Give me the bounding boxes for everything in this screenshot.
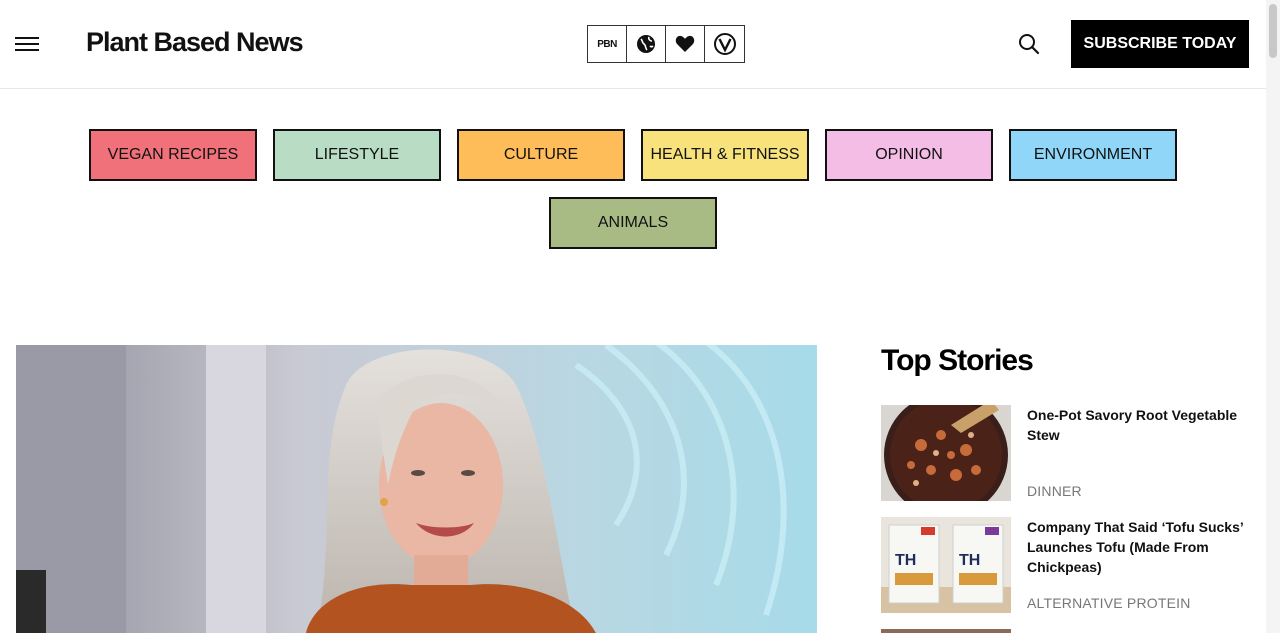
story-title[interactable]: One-Pot Savory Root Vegetable Stew bbox=[1027, 405, 1249, 445]
subscribe-button[interactable]: SUBSCRIBE TODAY bbox=[1071, 20, 1249, 68]
story-category[interactable]: ALTERNATIVE PROTEIN bbox=[1027, 595, 1191, 611]
story-thumbnail[interactable]: TH TH bbox=[881, 517, 1011, 613]
category-vegan-recipes[interactable]: VEGAN RECIPES bbox=[89, 129, 257, 181]
scroll-thumb[interactable] bbox=[1269, 4, 1277, 58]
story-item[interactable]: TH TH Company That Said ‘Tofu Sucks’ Lau… bbox=[881, 517, 1251, 613]
vegan-v-icon[interactable] bbox=[705, 26, 744, 62]
pbn-logo-icon[interactable]: PBN bbox=[588, 26, 627, 62]
site-logo[interactable]: Plant Based News bbox=[86, 27, 304, 58]
category-opinion[interactable]: OPINION bbox=[825, 129, 993, 181]
menu-icon[interactable] bbox=[15, 35, 39, 53]
heart-icon[interactable] bbox=[666, 26, 705, 62]
featured-article-image[interactable] bbox=[16, 345, 817, 633]
globe-icon[interactable] bbox=[627, 26, 666, 62]
story-item[interactable]: One-Pot Savory Root Vegetable Stew DINNE… bbox=[881, 405, 1251, 501]
category-culture[interactable]: CULTURE bbox=[457, 129, 625, 181]
svg-text:TH: TH bbox=[959, 552, 980, 569]
brand-badges: PBN bbox=[587, 25, 745, 63]
category-lifestyle[interactable]: LIFESTYLE bbox=[273, 129, 441, 181]
top-stories-title: Top Stories bbox=[881, 344, 1034, 377]
category-health-fitness[interactable]: HEALTH & FITNESS bbox=[641, 129, 809, 181]
story-thumbnail[interactable] bbox=[881, 405, 1011, 501]
site-header: Plant Based News PBN SUBSCRIBE TODAY bbox=[0, 0, 1266, 89]
category-animals[interactable]: ANIMALS bbox=[549, 197, 717, 249]
story-category[interactable]: DINNER bbox=[1027, 483, 1082, 499]
category-environment[interactable]: ENVIRONMENT bbox=[1009, 129, 1177, 181]
search-icon[interactable] bbox=[1018, 33, 1040, 55]
story-item[interactable] bbox=[881, 629, 1251, 633]
story-title[interactable]: Company That Said ‘Tofu Sucks’ Launches … bbox=[1027, 517, 1249, 577]
story-thumbnail[interactable] bbox=[881, 629, 1011, 633]
svg-text:TH: TH bbox=[895, 552, 916, 569]
page-scrollbar[interactable] bbox=[1266, 0, 1280, 633]
